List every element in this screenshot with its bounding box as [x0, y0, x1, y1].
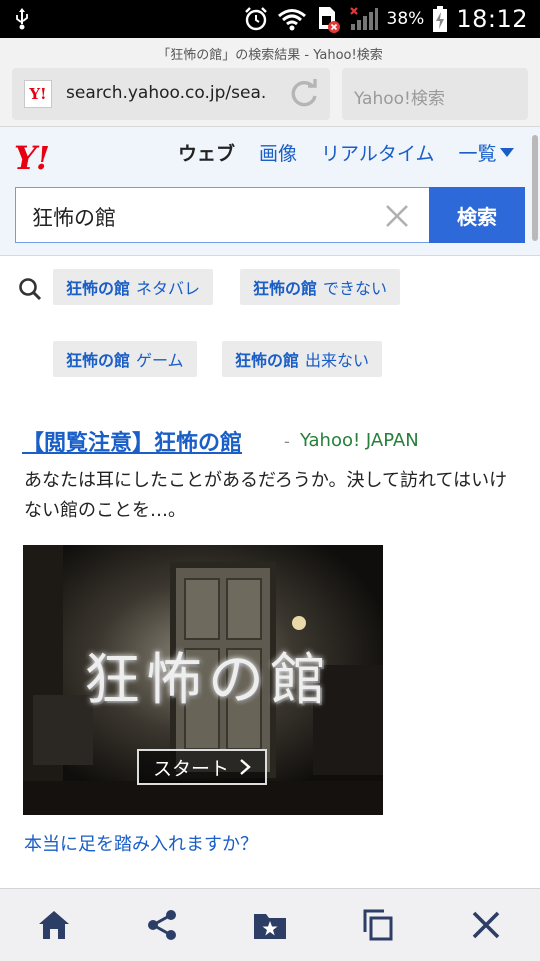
- tab-list[interactable]: 一覧: [458, 139, 515, 166]
- suggestion-chip[interactable]: 狂怖の館 ネタバレ: [53, 269, 214, 305]
- search-input[interactable]: 狂怖の館: [15, 187, 429, 243]
- browser-toolbar: 「狂怖の館」の検索結果 - Yahoo!検索 Y! search.yahoo.c…: [0, 38, 540, 127]
- yahoo-header: Y! ウェブ 画像 リアルタイム 一覧 狂怖の館 検索: [0, 127, 540, 256]
- result-cta-link[interactable]: 本当に足を踏み入れますか？: [24, 830, 258, 856]
- tab-realtime[interactable]: リアルタイム: [321, 139, 434, 166]
- signal-icon: [349, 7, 378, 30]
- close-icon: [472, 911, 500, 939]
- home-icon: [39, 911, 69, 939]
- close-button[interactable]: [456, 895, 516, 955]
- bookmarks-button[interactable]: [240, 895, 300, 955]
- tabs-icon: [363, 909, 393, 941]
- suggestion-chip[interactable]: 狂怖の館 できない: [240, 269, 401, 305]
- suggestion-keyword: 狂怖の館: [235, 351, 300, 370]
- bottom-toolbar: [0, 888, 540, 961]
- start-button-label: スタート: [152, 757, 229, 780]
- reload-icon[interactable]: [286, 76, 322, 112]
- suggestion-keyword: 狂怖の館: [66, 279, 131, 298]
- suggestion-chip[interactable]: 狂怖の館 ゲーム: [53, 341, 197, 377]
- page-title: 「狂怖の館」の検索結果 - Yahoo!検索: [157, 48, 383, 63]
- yahoo-favicon: Y!: [24, 80, 52, 108]
- chevron-down-icon: [500, 148, 515, 157]
- suggestion-suffix: できない: [323, 279, 388, 298]
- result-separator: -: [284, 432, 290, 451]
- result-banner-image[interactable]: 狂怖の館 スタート: [23, 545, 383, 815]
- url-bar[interactable]: Y! search.yahoo.co.jp/sea.: [12, 68, 330, 120]
- search-query: 狂怖の館: [32, 206, 116, 230]
- share-icon: [148, 910, 176, 940]
- battery-percent: 38%: [386, 9, 425, 29]
- search-form: 狂怖の館 検索: [15, 187, 525, 243]
- browser-search-box[interactable]: Yahoo!検索: [342, 68, 528, 120]
- suggestion-keyword: 狂怖の館: [66, 351, 131, 370]
- tab-list-label: 一覧: [458, 143, 497, 165]
- clock: 18:12: [456, 5, 528, 33]
- suggestion-suffix: ゲーム: [136, 351, 184, 370]
- tabs-button[interactable]: [348, 895, 408, 955]
- share-button[interactable]: [132, 895, 192, 955]
- suggestion-keyword: 狂怖の館: [253, 279, 318, 298]
- tab-web[interactable]: ウェブ: [178, 139, 235, 166]
- search-tabs: ウェブ 画像 リアルタイム 一覧: [178, 139, 515, 166]
- bookmark-folder-icon: [254, 914, 286, 939]
- yahoo-logo[interactable]: Y!: [14, 139, 50, 177]
- search-icon: [19, 278, 42, 301]
- status-bar: 38% 18:12: [0, 0, 540, 38]
- result-site-name: Yahoo! JAPAN: [300, 430, 419, 451]
- suggestion-chip[interactable]: 狂怖の館 出来ない: [222, 341, 383, 377]
- wifi-icon: [277, 9, 306, 31]
- suggestion-suffix: 出来ない: [305, 351, 370, 370]
- start-button[interactable]: スタート: [137, 749, 267, 785]
- result-description: あなたは耳にしたことがあるだろうか。決して訪れてはいけない館のことを…。: [24, 470, 508, 521]
- scrollbar[interactable]: [532, 135, 538, 241]
- chevron-right-icon: [240, 759, 251, 775]
- tab-images[interactable]: 画像: [259, 139, 297, 166]
- alarm-icon: [244, 7, 267, 31]
- browser-search-placeholder: Yahoo!検索: [354, 89, 445, 109]
- suggestion-suffix: ネタバレ: [136, 279, 201, 298]
- banner-title: 狂怖の館: [84, 648, 332, 713]
- result-title-link[interactable]: 【閲覧注意】狂怖の館: [22, 425, 242, 457]
- sim-error-icon: [318, 7, 340, 33]
- search-button[interactable]: 検索: [429, 187, 525, 243]
- clear-icon[interactable]: [383, 202, 411, 230]
- home-button[interactable]: [24, 895, 84, 955]
- usb-icon: [16, 8, 28, 30]
- battery-charging-icon: [433, 6, 448, 32]
- url-text[interactable]: search.yahoo.co.jp/sea.: [66, 83, 266, 103]
